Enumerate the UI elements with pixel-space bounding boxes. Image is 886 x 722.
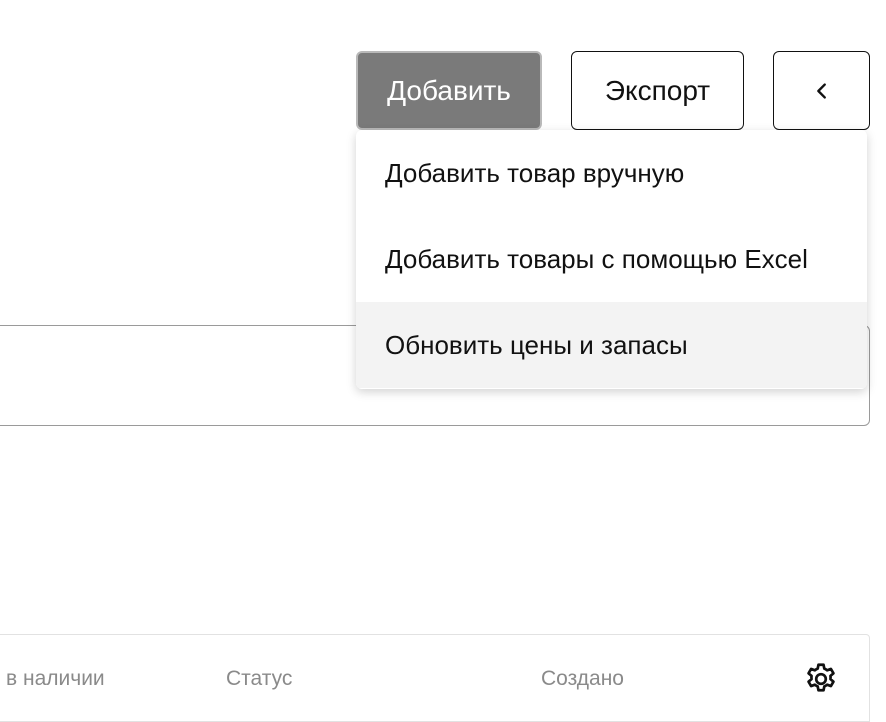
add-dropdown-menu: Добавить товар вручную Добавить товары с… xyxy=(356,130,867,389)
back-button[interactable] xyxy=(773,51,870,130)
menu-item-label: Добавить товары с помощью Excel xyxy=(385,243,808,274)
gear-icon[interactable] xyxy=(803,661,839,697)
menu-item-update-prices[interactable]: Обновить цены и запасы xyxy=(356,302,867,388)
menu-item-add-excel[interactable]: Добавить товары с помощью Excel xyxy=(356,216,867,302)
add-button[interactable]: Добавить xyxy=(356,51,542,130)
menu-item-label: Добавить товар вручную xyxy=(385,157,685,188)
add-button-label: Добавить xyxy=(387,74,511,106)
menu-item-label: Обновить цены и запасы xyxy=(385,329,688,360)
table-header: в наличии Статус Создано xyxy=(0,634,870,722)
column-header-stock[interactable]: в наличии xyxy=(6,635,105,722)
export-button-label: Экспорт xyxy=(604,74,711,106)
page: Добавить Экспорт Добавить товар вручную … xyxy=(0,0,886,722)
menu-item-add-manually[interactable]: Добавить товар вручную xyxy=(356,130,867,216)
column-header-status[interactable]: Статус xyxy=(226,635,292,722)
column-header-created[interactable]: Создано xyxy=(541,635,624,722)
chevron-left-icon xyxy=(816,82,826,99)
export-button[interactable]: Экспорт xyxy=(571,51,744,130)
